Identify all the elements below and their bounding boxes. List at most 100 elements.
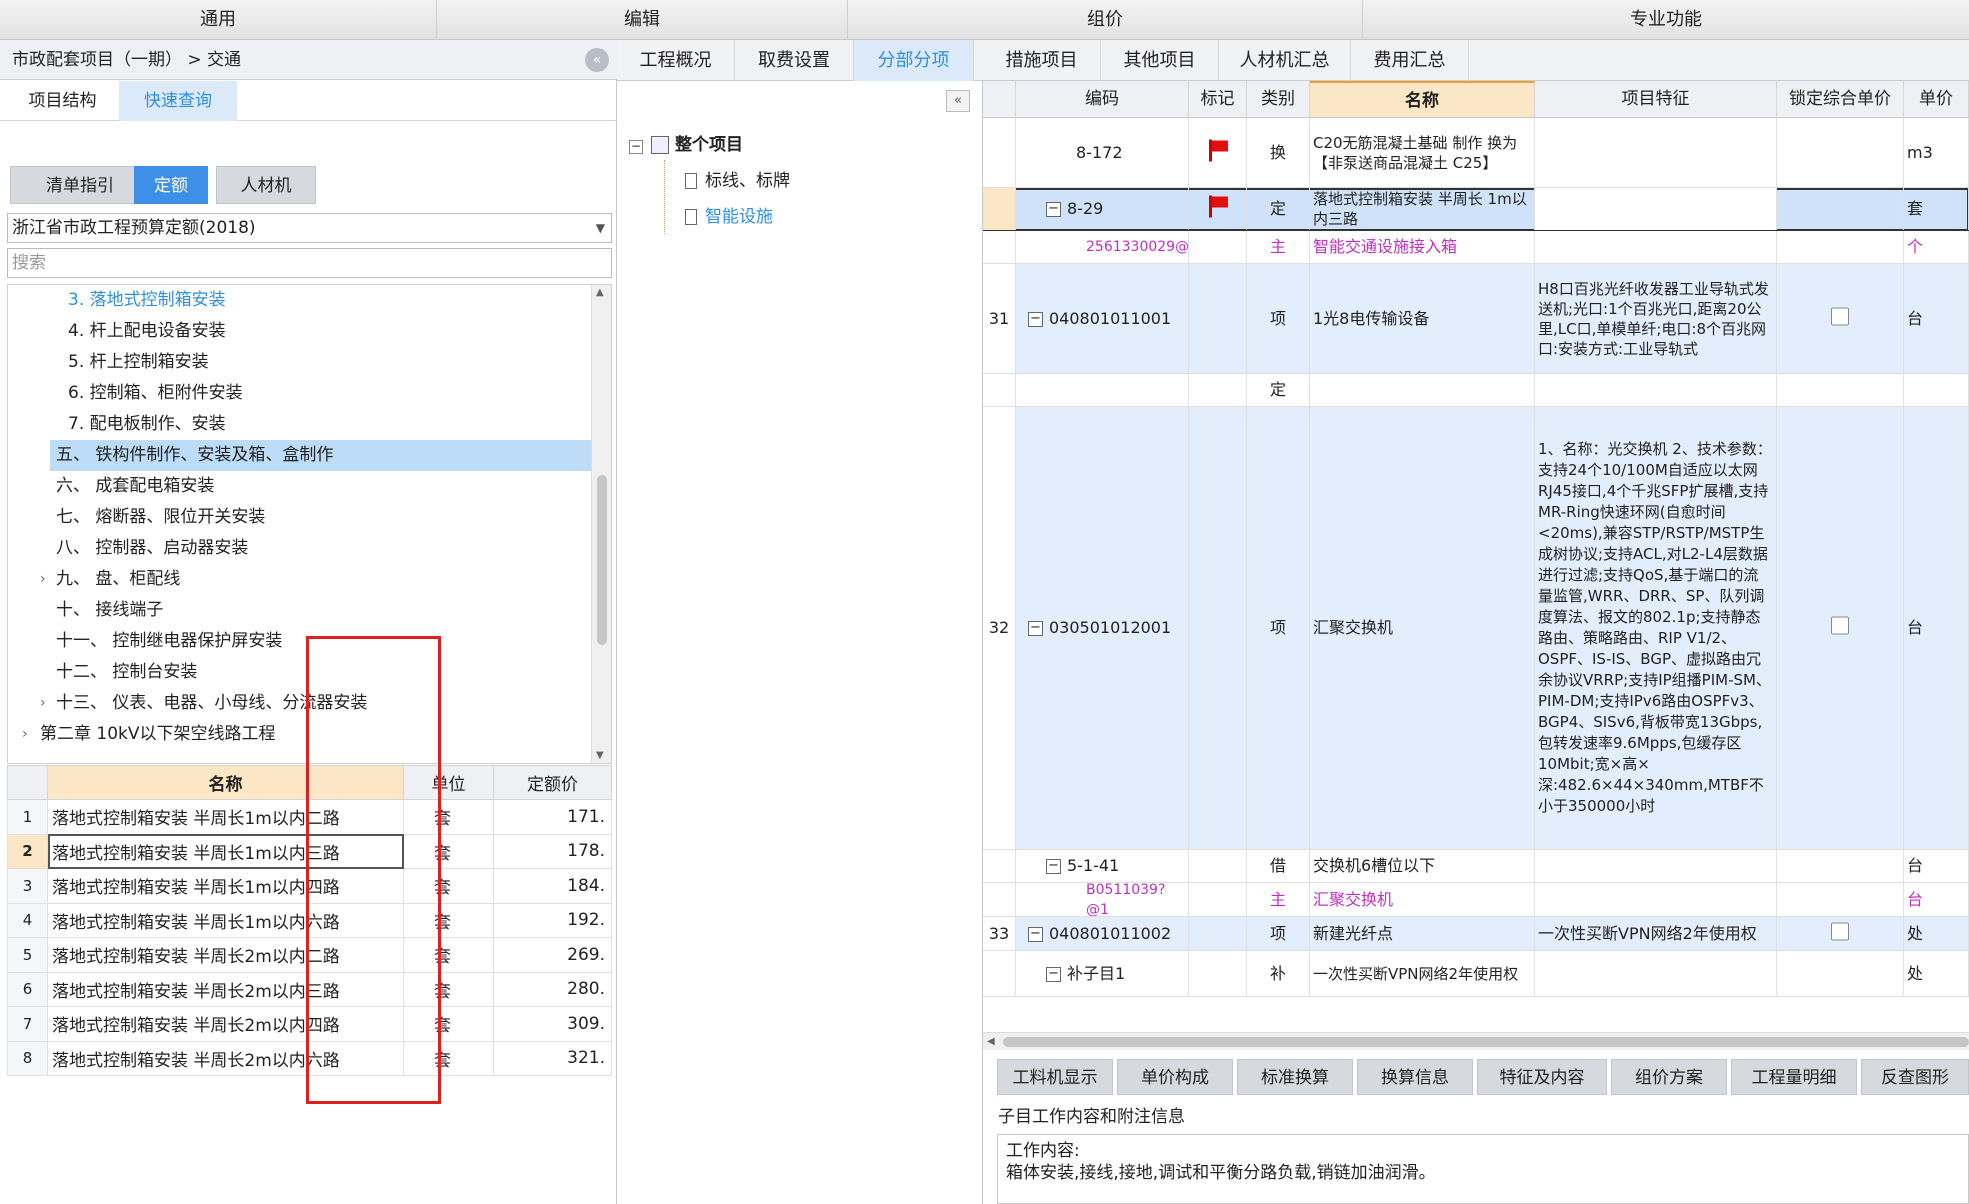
tree-root[interactable]: − 整个项目 xyxy=(629,130,743,160)
tab-project-structure[interactable]: 项目结构 xyxy=(10,81,115,121)
feature-cell[interactable] xyxy=(1535,374,1777,406)
menu-general[interactable]: 通用 xyxy=(0,0,437,40)
code-column-header[interactable]: 编码 xyxy=(1016,81,1189,118)
collapse-row-icon[interactable]: − xyxy=(1046,202,1061,217)
collapse-row-icon[interactable]: − xyxy=(1046,966,1061,982)
quota-book-select[interactable]: 浙江省市政工程预算定额(2018) ▼ xyxy=(7,213,612,243)
code-cell[interactable]: −8-29 xyxy=(1016,188,1189,230)
menu-pricing[interactable]: 组价 xyxy=(848,0,1363,40)
tree-node[interactable]: 6. 控制箱、柜附件安装 xyxy=(8,378,591,409)
name-cell[interactable]: 交换机6槽位以下 xyxy=(1310,850,1535,882)
name-cell[interactable]: 落地式控制箱安装 半周长 1m以内三路 xyxy=(1310,188,1535,230)
mark-column-header[interactable]: 标记 xyxy=(1189,81,1247,118)
price-column-header[interactable]: 定额价 xyxy=(493,765,612,800)
code-cell[interactable]: − 补子目1 xyxy=(1016,951,1189,996)
feature-cell[interactable] xyxy=(1535,188,1777,230)
lock-cell[interactable] xyxy=(1777,374,1904,406)
tab-fee-settings[interactable]: 取费设置 xyxy=(735,40,854,81)
lock-price-checkbox[interactable] xyxy=(1777,917,1904,950)
tree-node[interactable]: 十三、 仪表、电器、小母线、分流器安装 xyxy=(8,688,591,719)
collapse-left-icon[interactable]: « xyxy=(946,90,970,112)
tab-cost-summary[interactable]: 费用汇总 xyxy=(1351,40,1469,81)
mark-cell[interactable] xyxy=(1189,231,1247,263)
feature-column-header[interactable]: 项目特征 xyxy=(1535,81,1777,118)
code-cell[interactable]: 2561330029@1 xyxy=(1016,231,1189,263)
code-cell[interactable]: −030501012001 xyxy=(1016,407,1189,849)
tree-node[interactable]: 七、 熔断器、限位开关安装 xyxy=(8,502,591,533)
lock-cell[interactable] xyxy=(1777,883,1904,916)
collapse-row-icon[interactable]: − xyxy=(1046,859,1061,874)
code-cell[interactable]: −040801011001 xyxy=(1016,264,1189,373)
name-cell[interactable]: 新建光纤点 xyxy=(1310,917,1535,950)
unit-column-header[interactable]: 单价 xyxy=(1904,81,1969,118)
tab-reverse-lookup[interactable]: 反查图形 xyxy=(1861,1059,1969,1095)
mark-cell[interactable] xyxy=(1189,883,1247,916)
table-row[interactable]: B0511039?@1 主 汇聚交换机 台 xyxy=(983,883,1969,917)
scroll-up-icon[interactable]: ▲ xyxy=(596,287,604,298)
tree-node[interactable]: 九、 盘、柜配线 xyxy=(8,564,591,595)
tree-node-selected[interactable]: 五、 铁构件制作、安装及箱、盒制作 xyxy=(50,440,591,471)
table-row[interactable]: 33 −040801011002 项 新建光纤点 一次性买断VPN网络2年使用权… xyxy=(983,917,1969,951)
search-input[interactable]: 搜索 xyxy=(7,248,612,278)
name-cell[interactable]: 智能交通设施接入箱 xyxy=(1310,231,1535,263)
tab-features-content[interactable]: 特征及内容 xyxy=(1477,1059,1607,1095)
grid-horizontal-scrollbar[interactable]: ◀ xyxy=(983,1032,1969,1050)
tab-project-overview[interactable]: 工程概况 xyxy=(617,40,735,81)
feature-cell[interactable] xyxy=(1535,231,1777,263)
tab-conversion-info[interactable]: 换算信息 xyxy=(1357,1059,1473,1095)
scroll-left-icon[interactable]: ◀ xyxy=(987,1033,995,1051)
collapse-row-icon[interactable]: − xyxy=(1028,621,1043,636)
lock-cell[interactable] xyxy=(1777,188,1904,230)
chevron-down-icon[interactable]: ▼ xyxy=(596,214,605,242)
tab-quick-query[interactable]: 快速查询 xyxy=(119,81,237,121)
lock-cell[interactable] xyxy=(1777,951,1904,996)
tab-unit-price-composition[interactable]: 单价构成 xyxy=(1117,1059,1233,1095)
tree-node[interactable]: 十二、 控制台安装 xyxy=(8,657,591,688)
feature-cell[interactable] xyxy=(1535,118,1777,187)
name-cell[interactable] xyxy=(1310,374,1535,406)
menu-edit[interactable]: 编辑 xyxy=(437,0,848,40)
mark-cell[interactable] xyxy=(1189,118,1247,187)
lock-cell[interactable] xyxy=(1777,118,1904,187)
lock-price-checkbox[interactable] xyxy=(1777,264,1904,373)
name-cell[interactable]: C20无筋混凝土基础 制作 换为【非泵送商品混凝土 C25】 xyxy=(1310,118,1535,187)
tab-list-guide[interactable]: 清单指引 xyxy=(10,166,150,204)
tree-node[interactable]: 7. 配电板制作、安装 xyxy=(8,409,591,440)
minus-icon[interactable]: − xyxy=(629,140,643,154)
lock-cell[interactable] xyxy=(1777,850,1904,882)
lock-cell[interactable] xyxy=(1777,231,1904,263)
lock-price-column-header[interactable]: 锁定综合单价 xyxy=(1777,81,1904,118)
feature-cell[interactable]: 1、名称：光交换机 2、技术参数：支持24个10/100M自适应以太网RJ45接… xyxy=(1535,407,1777,849)
code-cell[interactable]: −5-1-41 xyxy=(1016,850,1189,882)
collapse-row-icon[interactable]: − xyxy=(1028,311,1043,327)
tab-material-summary[interactable]: 人材机汇总 xyxy=(1219,40,1351,81)
table-row[interactable]: −5-1-41 借 交换机6槽位以下 台 xyxy=(983,850,1969,883)
table-row[interactable]: 定 xyxy=(983,374,1969,407)
tab-quota[interactable]: 定额 xyxy=(134,166,208,204)
feature-cell[interactable]: 一次性买断VPN网络2年使用权 xyxy=(1535,917,1777,950)
feature-cell[interactable] xyxy=(1535,850,1777,882)
tab-sub-items[interactable]: 分部分项 xyxy=(854,40,974,81)
tree-node-selected[interactable]: 智能设施 xyxy=(685,202,773,232)
collapse-panel-button[interactable]: « xyxy=(585,48,609,72)
work-content-box[interactable]: 工作内容: 箱体安装,接线,接地,调试和平衡分路负载,销链加油润滑。 xyxy=(997,1134,1969,1204)
tree-node[interactable]: 3. 落地式控制箱安装 xyxy=(8,285,591,316)
tree-node[interactable]: 八、 控制器、启动器安装 xyxy=(8,533,591,564)
table-row[interactable]: 2561330029@1 主 智能交通设施接入箱 个 xyxy=(983,231,1969,264)
mark-cell[interactable] xyxy=(1189,407,1247,849)
tab-standard-conversion[interactable]: 标准换算 xyxy=(1237,1059,1353,1095)
tree-node[interactable]: 十、 接线端子 xyxy=(8,595,591,626)
tree-node[interactable]: 第二章 10kV以下架空线路工程 xyxy=(8,719,591,750)
name-cell[interactable]: 汇聚交换机 xyxy=(1310,407,1535,849)
tree-node[interactable]: 5. 杆上控制箱安装 xyxy=(8,347,591,378)
code-cell[interactable]: −040801011002 xyxy=(1016,917,1189,950)
name-cell[interactable]: 1光8电传输设备 xyxy=(1310,264,1535,373)
tab-labor-material-display[interactable]: 工料机显示 xyxy=(997,1059,1113,1095)
tab-labor-material-machine[interactable]: 人材机 xyxy=(216,166,316,204)
code-cell[interactable]: 8-172 xyxy=(1016,118,1189,187)
code-cell[interactable]: B0511039?@1 xyxy=(1016,883,1189,916)
tab-measures[interactable]: 措施项目 xyxy=(983,40,1101,81)
table-row[interactable]: 31 −040801011001 项 1光8电传输设备 H8口百兆光纤收发器工业… xyxy=(983,264,1969,374)
tree-node[interactable]: 4. 杆上配电设备安装 xyxy=(8,316,591,347)
tab-other-items[interactable]: 其他项目 xyxy=(1101,40,1219,81)
